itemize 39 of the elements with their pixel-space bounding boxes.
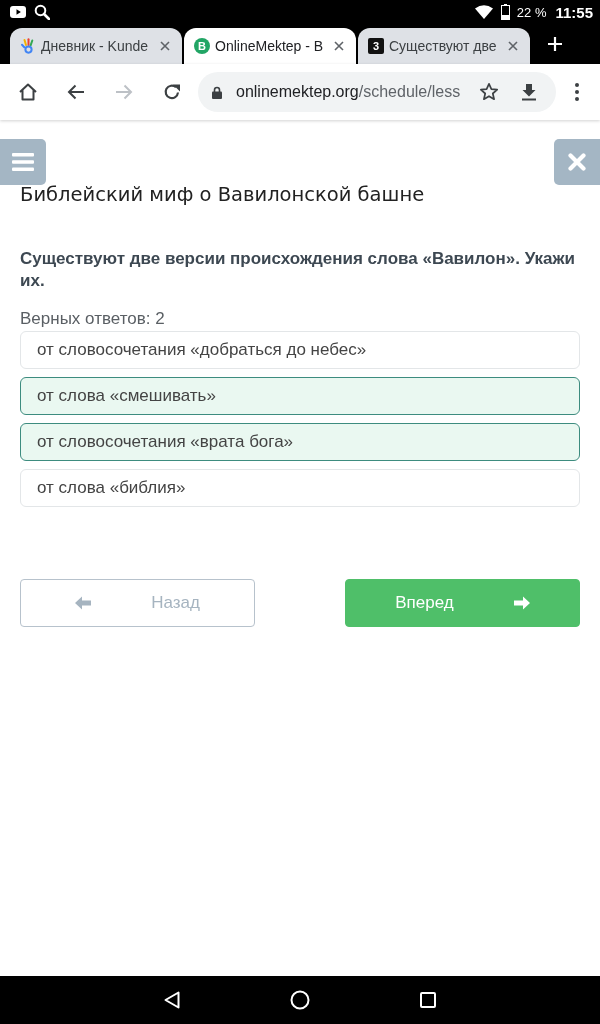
question-text: Существуют две версии происхождения слова «Вавилон». Укажи их. [20, 248, 577, 292]
back-triangle-icon[interactable] [164, 991, 180, 1009]
back-arrow-icon[interactable] [66, 82, 86, 102]
search-icon [34, 4, 50, 20]
more-icon[interactable] [575, 83, 579, 101]
wifi-icon [474, 5, 493, 19]
lesson-title: Библейский миф о Вавилонской башне [20, 185, 426, 205]
close-icon[interactable] [508, 41, 518, 51]
answer-option[interactable]: от словосочетания «врата бога» [20, 423, 580, 461]
recents-square-icon[interactable] [420, 992, 436, 1008]
battery-icon [500, 4, 510, 20]
menu-icon [12, 153, 34, 171]
youtube-icon [10, 6, 26, 18]
answer-count: Верных ответов: 2 [20, 309, 166, 329]
arrow-right-icon [513, 596, 530, 610]
home-circle-icon[interactable] [290, 990, 310, 1010]
plus-icon[interactable] [547, 36, 563, 52]
site-logo: 3 [368, 38, 384, 54]
lock-icon [212, 85, 222, 99]
home-icon[interactable] [18, 82, 38, 102]
url-text[interactable]: onlinemektep.org/schedule/less [236, 83, 479, 101]
hand-icon [20, 38, 36, 54]
close-icon[interactable] [160, 41, 170, 51]
arrow-left-icon [75, 596, 92, 610]
answer-option[interactable]: от слова «библия» [20, 469, 580, 507]
star-icon[interactable] [479, 82, 499, 102]
close-icon [568, 153, 586, 171]
site-logo: B [194, 38, 210, 54]
browser-tab[interactable]: Дневник - Kunde [10, 28, 182, 64]
close-icon[interactable] [334, 41, 344, 51]
answer-option[interactable]: от слова «смешивать» [20, 377, 580, 415]
clock-time: 11:55 [555, 3, 593, 21]
browser-tab[interactable]: B OnlineMektep - B [184, 28, 356, 64]
download-icon[interactable] [519, 82, 539, 102]
address-bar[interactable]: onlinemektep.org/schedule/less [198, 72, 556, 112]
answer-option[interactable]: от словосочетания «добраться до небес» [20, 331, 580, 369]
battery-percentage: 22 % [516, 4, 547, 20]
browser-tab[interactable]: 3 Существуют две [358, 28, 530, 64]
reload-icon[interactable] [162, 82, 182, 102]
